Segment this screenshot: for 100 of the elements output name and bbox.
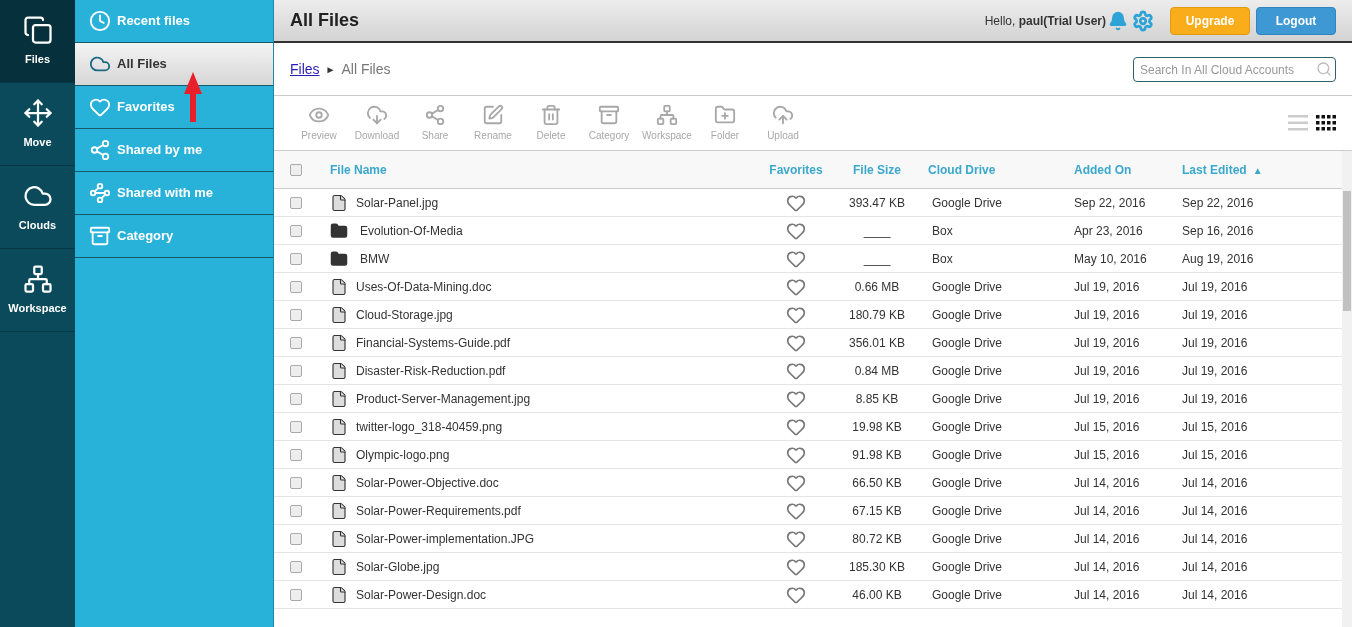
arrow-annotation	[184, 72, 202, 122]
added-date: Jul 19, 2016	[1074, 390, 1141, 408]
cloud-drive: Google Drive	[931, 474, 1004, 492]
column-header[interactable]: Cloud Drive	[922, 160, 1074, 179]
file-row[interactable]: twitter-logo_318-40459.png 19.98 KB Google Drive Jul 15, 2016 Jul 15, 2016	[274, 413, 1342, 441]
search-field[interactable]: Search In All Cloud Accounts	[1133, 57, 1336, 82]
file-row[interactable]: Uses-Of-Data-Mining.doc 0.66 MB Google Drive Jul 19, 2016 Jul 19, 2016	[274, 273, 1342, 301]
edited-date: Jul 15, 2016	[1182, 418, 1249, 436]
edited-date: Jul 14, 2016	[1182, 530, 1249, 548]
greeting-text: Hello, paul(Trial User)	[984, 12, 1106, 30]
checkbox[interactable]	[290, 476, 302, 489]
file-row[interactable]: Product-Server-Management.jpg 8.85 KB Google Drive Jul 19, 2016 Jul 19, 2016	[274, 385, 1342, 413]
nav-item[interactable]: Shared with me	[75, 172, 273, 215]
trash-icon	[540, 103, 562, 126]
cloud-drive: Google Drive	[931, 278, 1004, 296]
network-icon	[656, 103, 678, 126]
heart-icon[interactable]	[786, 556, 806, 577]
edited-date: Aug 19, 2016	[1182, 250, 1255, 268]
heart-icon[interactable]	[786, 584, 806, 605]
scrollbar[interactable]	[1342, 151, 1352, 627]
file-row[interactable]: Solar-Power-Design.doc 46.00 KB Google Drive Jul 14, 2016 Jul 14, 2016	[274, 581, 1342, 609]
upgrade-button[interactable]: Upgrade	[1170, 6, 1250, 35]
column-header[interactable]: Last Edited ▲	[1182, 160, 1302, 179]
file-size: 0.66 MB	[853, 278, 901, 296]
cloud-drive: Google Drive	[931, 362, 1004, 380]
grid-view-icon[interactable]	[1316, 115, 1336, 131]
heart-icon[interactable]	[786, 528, 806, 549]
checkbox[interactable]	[290, 224, 302, 237]
checkbox[interactable]	[290, 252, 302, 265]
heart-icon[interactable]	[786, 220, 806, 241]
file-row[interactable]: Solar-Power-Objective.doc 66.50 KB Google Drive Jul 14, 2016 Jul 14, 2016	[274, 469, 1342, 497]
bell-icon[interactable]	[1108, 10, 1128, 31]
column-header[interactable]: File Name	[330, 160, 760, 179]
file-icon	[330, 193, 348, 212]
file-size: 356.01 KB	[847, 334, 906, 352]
breadcrumb-link[interactable]: Files	[290, 58, 320, 80]
checkbox[interactable]	[290, 308, 302, 321]
heart-icon[interactable]	[786, 360, 806, 381]
file-name: Disaster-Risk-Reduction.pdf	[356, 362, 506, 380]
cloud-drive: Google Drive	[931, 586, 1004, 604]
breadcrumb-current: All Files	[341, 59, 391, 79]
heart-icon[interactable]	[786, 276, 806, 297]
heart-icon[interactable]	[786, 472, 806, 493]
cloud-drive: Google Drive	[931, 502, 1004, 520]
file-row[interactable]: Solar-Globe.jpg 185.30 KB Google Drive Jul 14, 2016 Jul 14, 2016	[274, 553, 1342, 581]
file-name: Product-Server-Management.jpg	[356, 390, 531, 408]
nav-item[interactable]: Category	[75, 215, 273, 258]
nav-item[interactable]: Shared by me	[75, 129, 273, 172]
heart-icon[interactable]	[786, 388, 806, 409]
file-icon	[330, 585, 348, 604]
checkbox[interactable]	[290, 163, 302, 176]
settings-icon[interactable]	[1132, 9, 1154, 32]
checkbox[interactable]	[290, 364, 302, 377]
file-row[interactable]: Solar-Panel.jpg 393.47 KB Google Drive Sep 22, 2016 Sep 22, 2016	[274, 189, 1342, 217]
checkbox[interactable]	[290, 560, 302, 573]
heart-icon[interactable]	[786, 192, 806, 213]
share-icon	[424, 103, 446, 126]
search-icon	[1316, 60, 1332, 77]
added-date: Jul 19, 2016	[1074, 278, 1141, 296]
edited-date: Sep 22, 2016	[1182, 194, 1255, 212]
file-row[interactable]: BMW ____ Box May 10, 2016 Aug 19, 2016	[274, 245, 1342, 273]
file-row[interactable]: Solar-Power-implementation.JPG 80.72 KB Google Drive Jul 14, 2016 Jul 14, 2016	[274, 525, 1342, 553]
edited-date: Jul 19, 2016	[1182, 278, 1249, 296]
logout-button[interactable]: Logout	[1256, 6, 1336, 35]
edited-date: Jul 19, 2016	[1182, 306, 1249, 324]
file-row[interactable]: Olympic-logo.png 91.98 KB Google Drive Jul 15, 2016 Jul 15, 2016	[274, 441, 1342, 469]
heart-icon[interactable]	[786, 332, 806, 353]
heart-icon[interactable]	[786, 500, 806, 521]
cloud-drive: Google Drive	[931, 306, 1004, 324]
file-name: Solar-Panel.jpg	[356, 194, 439, 212]
list-view-icon[interactable]	[1288, 115, 1308, 131]
heart-icon[interactable]	[786, 416, 806, 437]
rail-tab[interactable]: Files	[0, 0, 75, 83]
edit-icon	[482, 103, 504, 126]
nav-item[interactable]: All Files	[75, 43, 273, 86]
checkbox[interactable]	[290, 588, 302, 601]
column-header[interactable]: Favorites	[760, 160, 832, 179]
file-icon	[330, 389, 348, 408]
checkbox[interactable]	[290, 336, 302, 349]
checkbox[interactable]	[290, 420, 302, 433]
cloud-drive: Google Drive	[931, 530, 1004, 548]
checkbox[interactable]	[290, 280, 302, 293]
checkbox[interactable]	[290, 504, 302, 517]
checkbox[interactable]	[290, 448, 302, 461]
heart-icon[interactable]	[786, 248, 806, 269]
column-header[interactable]: File Size	[832, 160, 922, 179]
file-row[interactable]: Cloud-Storage.jpg 180.79 KB Google Drive Jul 19, 2016 Jul 19, 2016	[274, 301, 1342, 329]
file-name: Uses-Of-Data-Mining.doc	[356, 278, 492, 296]
file-row[interactable]: Evolution-Of-Media ____ Box Apr 23, 2016 Sep 16, 2016	[274, 217, 1342, 245]
file-row[interactable]: Financial-Systems-Guide.pdf 356.01 KB Google Drive Jul 19, 2016 Jul 19, 2016	[274, 329, 1342, 357]
file-row[interactable]: Solar-Power-Requirements.pdf 67.15 KB Google Drive Jul 14, 2016 Jul 14, 2016	[274, 497, 1342, 525]
file-name: Solar-Globe.jpg	[356, 558, 440, 576]
file-row[interactable]: Disaster-Risk-Reduction.pdf 0.84 MB Google Drive Jul 19, 2016 Jul 19, 2016	[274, 357, 1342, 385]
checkbox[interactable]	[290, 392, 302, 405]
heart-icon[interactable]	[786, 304, 806, 325]
checkbox[interactable]	[290, 532, 302, 545]
column-header[interactable]: Added On	[1074, 160, 1182, 179]
heart-icon[interactable]	[786, 444, 806, 465]
edited-date: Jul 19, 2016	[1182, 362, 1249, 380]
checkbox[interactable]	[290, 196, 302, 209]
